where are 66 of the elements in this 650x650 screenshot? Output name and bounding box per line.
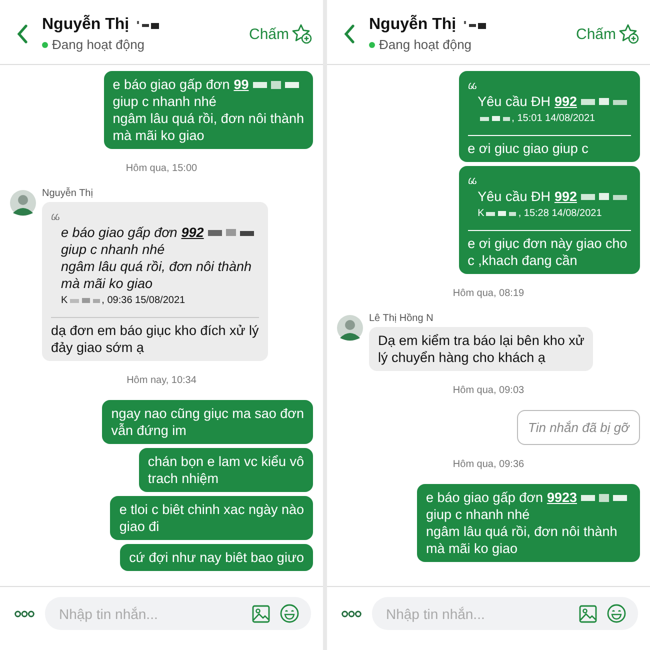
back-icon[interactable] (16, 24, 28, 44)
timestamp: Hôm qua, 08:19 (452, 288, 524, 299)
message-text: dạ đơn em báo giục kho đích xử lý đảy giao sớm ạ (51, 322, 259, 356)
quoted-text: e báo giao gấp đơn (61, 224, 178, 241)
contact-name: Nguyễn Thị (42, 16, 130, 34)
message-text: e ơi giuc giao giup c (468, 140, 590, 157)
image-icon[interactable] (252, 604, 270, 622)
timestamp: Hôm nay, 10:34 (126, 375, 196, 386)
blurred-text (462, 20, 488, 30)
online-dot (42, 42, 48, 48)
star-plus-icon (291, 23, 313, 45)
blurred-text (484, 210, 518, 218)
quote-icon (51, 213, 60, 220)
image-icon[interactable] (579, 604, 597, 622)
timestamp: Hôm qua, 09:36 (452, 459, 524, 470)
quote-icon (468, 177, 477, 184)
message-text: e báo giao gấp đơn (112, 76, 230, 93)
sender-name: Lê Thị Hồng N (369, 313, 434, 324)
order-link[interactable]: 992 (554, 93, 577, 110)
quote-icon (468, 82, 477, 89)
avatar[interactable] (337, 315, 363, 341)
blurred-text (478, 114, 512, 122)
blurred-text (135, 20, 162, 30)
quoted-text: Yêu cầu ĐH (478, 93, 550, 110)
more-icon[interactable] (341, 610, 362, 618)
timestamp: Hôm qua, 15:00 (126, 163, 198, 174)
quoted-text: giup c nhanh nhé ngâm lâu quá rồi, đơn nôi thành mà mãi ko giao (61, 241, 253, 292)
message-text: e báo giao gấp đơn (426, 489, 543, 506)
back-icon[interactable] (343, 24, 355, 44)
order-link[interactable]: 992 (181, 224, 204, 241)
order-link[interactable]: 9923 (546, 489, 577, 506)
message-text: chán bọn e lam vc kiểu vô trach nhiệm (148, 453, 304, 487)
quote-meta: , 09:36 15/08/2021 (102, 294, 186, 308)
contact-name: Nguyễn Thị (369, 16, 456, 34)
message-text: giup c nhanh nhé ngâm lâu quá rồi, đơn nôi thành mà mãi ko giao (426, 506, 618, 557)
order-link[interactable]: 99 (234, 76, 249, 93)
quote-meta: K (478, 207, 484, 221)
message-input[interactable]: Nhập tin nhắn... (57, 604, 242, 622)
message-field[interactable]: Nhập tin nhắn... (372, 597, 638, 630)
message-text: Dạ em kiểm tra báo lại bên kho xử lý chuyển hàng cho khách ạ (378, 332, 584, 366)
quote-meta: , 15:28 14/08/2021 (518, 207, 602, 221)
message-field[interactable]: Nhập tin nhắn... (45, 597, 311, 630)
avatar[interactable] (10, 190, 36, 216)
message-text: cứ đợi như nay biêt bao giưo (129, 549, 304, 566)
sender-name: Nguyễn Thị (42, 188, 94, 199)
message-text: ngay nao cũng giục ma sao đơn vẫn đứng im (111, 405, 304, 439)
quote-meta: , 15:01 14/08/2021 (512, 112, 596, 126)
quoted-text: Yêu cầu ĐH (478, 188, 550, 205)
blurred-text (68, 296, 102, 304)
message-text: e tloi c biêt chinh xac ngày nào giao đi (119, 501, 304, 535)
status-text: Đang hoạt động (52, 37, 145, 52)
quote-meta: K (61, 294, 68, 308)
more-icon[interactable] (14, 610, 35, 618)
status-text: Đang hoạt động (379, 37, 472, 52)
star-plus-icon (618, 23, 640, 45)
rate-button[interactable]: Chấm (248, 23, 313, 45)
message-text: e ơi giục đơn này giao cho c ,khach đang cần (468, 235, 628, 269)
emoji-icon[interactable] (607, 604, 626, 623)
rate-button[interactable]: Chấm (576, 23, 640, 45)
timestamp: Hôm qua, 09:03 (452, 385, 524, 396)
message-text: giup c nhanh nhé ngâm lâu quá rồi, đơn nôi thành mà mãi ko giao (112, 93, 304, 144)
emoji-icon[interactable] (280, 604, 299, 623)
online-dot (369, 42, 375, 48)
recalled-message: Tin nhắn đã bị gỡ (517, 410, 640, 445)
message-input[interactable]: Nhập tin nhắn... (384, 604, 569, 622)
order-link[interactable]: 992 (554, 188, 577, 205)
